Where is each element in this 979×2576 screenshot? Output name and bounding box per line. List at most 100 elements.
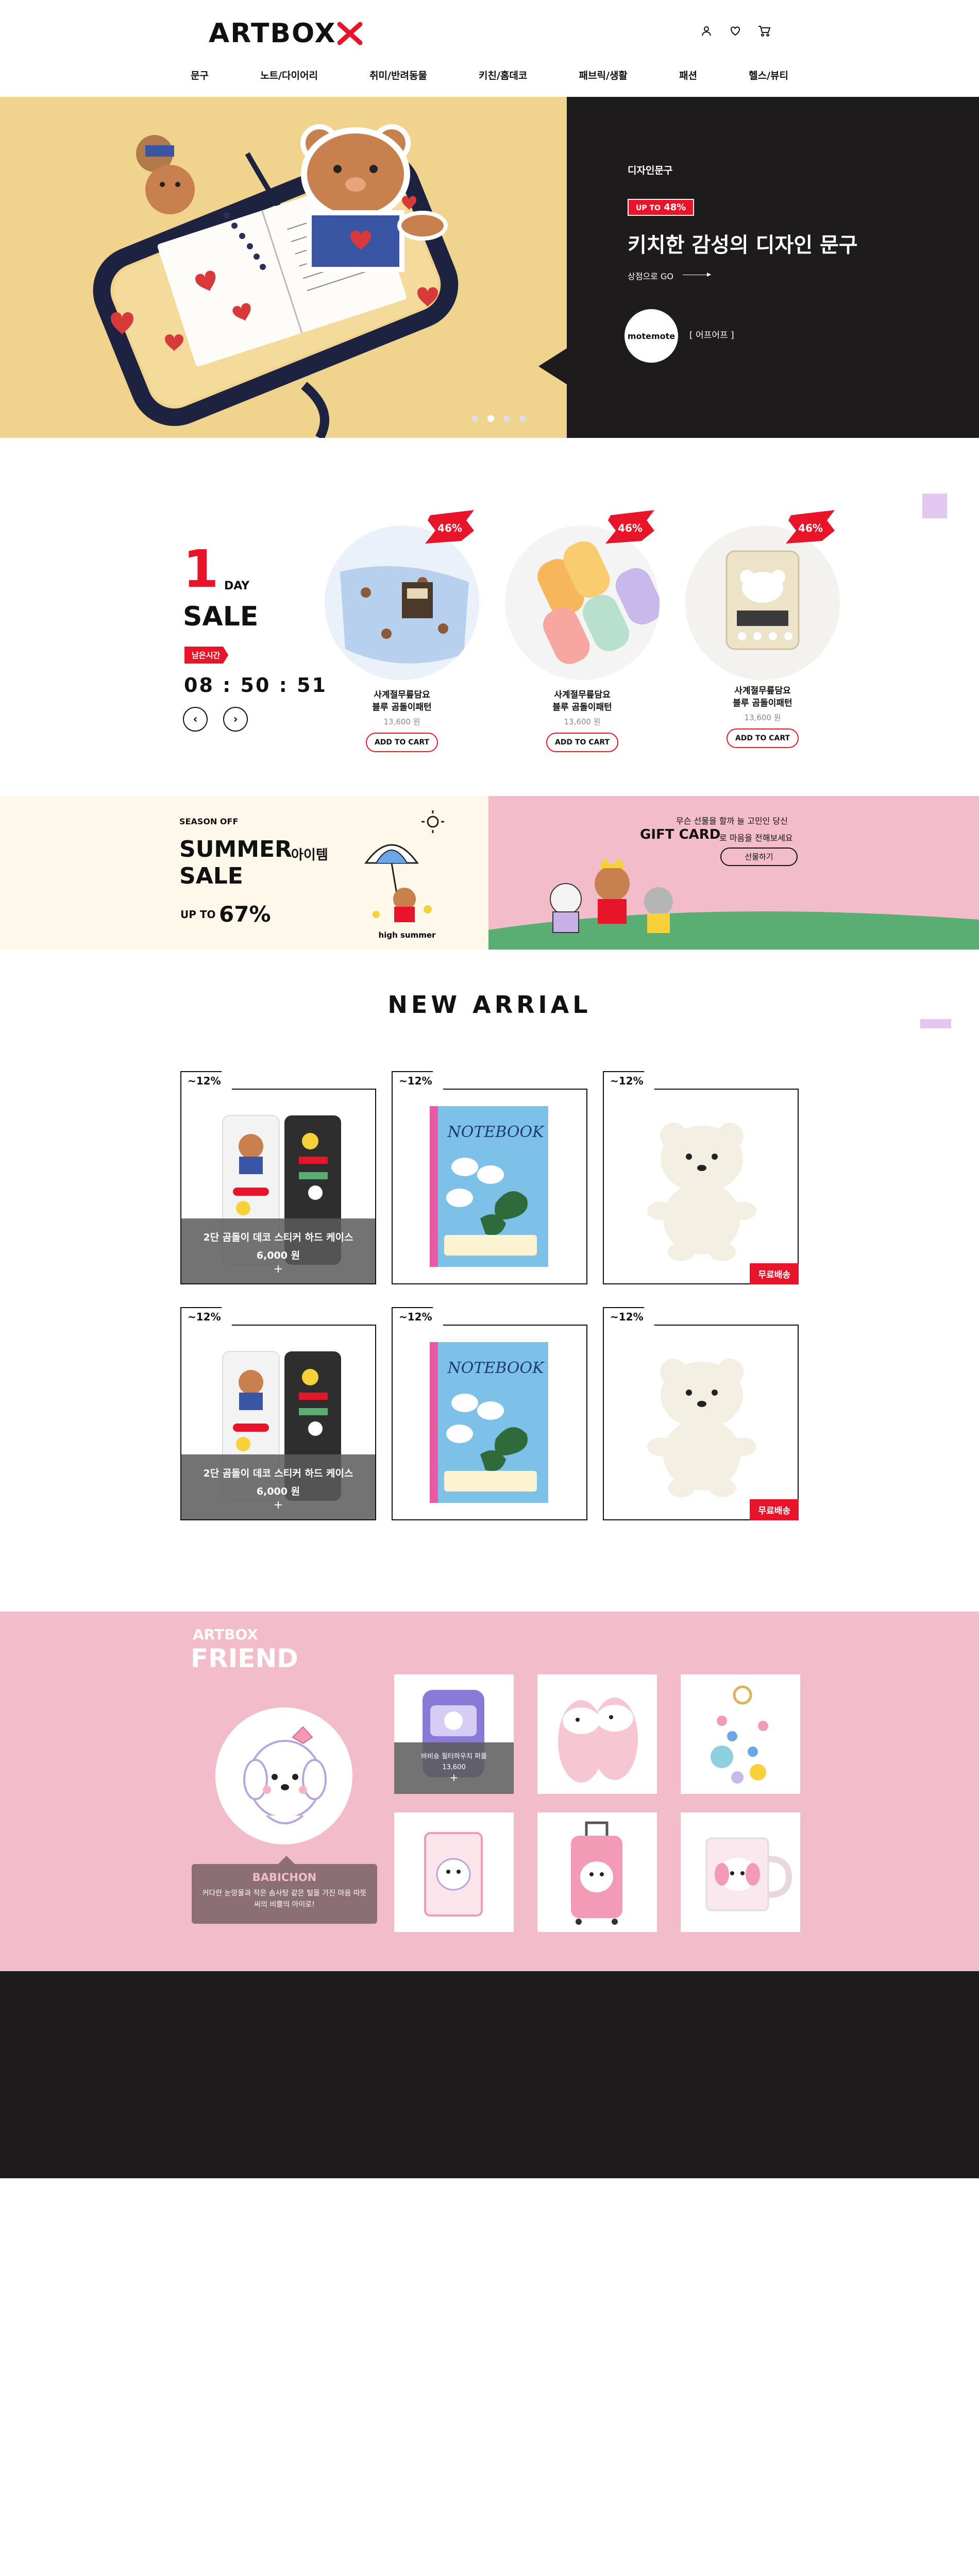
free-shipping-badge: 무료배송: [750, 1499, 799, 1520]
nav-item-hobby-pet[interactable]: 취미/반려동물: [364, 66, 432, 84]
summer-title: SUMMER: [179, 836, 292, 862]
product-image[interactable]: [685, 526, 840, 680]
friend-product-card[interactable]: [537, 1812, 657, 1932]
friend-product-card[interactable]: [394, 1812, 514, 1932]
gift-button[interactable]: 선물하기: [720, 848, 798, 866]
friend-product-card[interactable]: [681, 1812, 800, 1932]
friend-product-card[interactable]: [537, 1674, 657, 1794]
product-image[interactable]: NOTEBOOK: [393, 1326, 586, 1519]
hero-brand-label[interactable]: [ 어프어프 ]: [689, 328, 734, 341]
hero-brand-logo[interactable]: motemote: [624, 309, 678, 363]
product-name-line1: 사계절무릎담요: [554, 690, 611, 700]
new-arrival-card[interactable]: ~12% 2단 곰돌이 데코 스티커 하드 케이스 6,000 원 +: [180, 1071, 376, 1284]
sale-title: SALE: [179, 863, 243, 889]
new-arrival-card[interactable]: ~12% 무료배송: [603, 1307, 799, 1520]
product-name[interactable]: 사계절무릎담요블루 곰돌이패턴: [325, 689, 479, 714]
product-image[interactable]: [394, 1812, 514, 1932]
product-name-line1: 사계절무릎담요: [374, 690, 430, 700]
character-image[interactable]: [215, 1707, 352, 1844]
new-arrival-title: NEW ARRIAL: [387, 991, 592, 1019]
nav-item-kitchen-deco[interactable]: 키친/홈데코: [474, 66, 532, 84]
new-arrival-card[interactable]: ~12% 2단 곰돌이 데코 스티커 하드 케이스 6,000 원 +: [180, 1307, 376, 1520]
friend-title: FRIEND: [191, 1643, 298, 1673]
product-image[interactable]: [537, 1674, 657, 1794]
discount-tag: ~12%: [603, 1071, 655, 1090]
new-arrival-card[interactable]: ~12% 무료배송: [603, 1071, 799, 1284]
oneday-number: 1: [183, 539, 219, 599]
gift-card-title: GIFT CARD: [640, 827, 721, 842]
product-name: 바비숑 필터하우치 퍼플: [421, 1753, 487, 1760]
oneday-day-label: DAY: [224, 580, 250, 592]
product-price: 6,000 원: [256, 1486, 300, 1497]
hero-shop-link[interactable]: 상점으로 GO: [628, 269, 673, 282]
product-image[interactable]: NOTEBOOK: [393, 1090, 586, 1283]
product-image[interactable]: [505, 526, 660, 680]
add-to-cart-button[interactable]: ADD TO CART: [727, 728, 799, 748]
plus-icon[interactable]: +: [394, 1771, 514, 1784]
high-summer-text: high summer: [379, 930, 436, 940]
summer-illustration: high summer: [364, 810, 444, 940]
product-name: 2단 곰돌이 데코 스티커 하드 케이스: [203, 1232, 353, 1243]
product-hover-overlay[interactable]: 2단 곰돌이 데코 스티커 하드 케이스 6,000 원 +: [181, 1218, 375, 1283]
product-hover-overlay[interactable]: 2단 곰돌이 데코 스티커 하드 케이스 6,000 원 +: [181, 1454, 375, 1519]
product-name[interactable]: 사계절무릎담요 블루 곰돌이패턴: [505, 689, 660, 714]
product-name-line2: 블루 곰돌이패턴: [372, 702, 432, 713]
plus-icon[interactable]: +: [181, 1263, 375, 1276]
product-name[interactable]: 사계절무릎담요 블루 곰돌이패턴: [685, 685, 840, 710]
slide-dot[interactable]: [519, 415, 526, 422]
logo-text: ARTBOX: [209, 18, 336, 49]
add-to-cart-button[interactable]: ADD TO CART: [546, 733, 618, 752]
discount-tag: ~12%: [180, 1071, 233, 1090]
friend-product-card[interactable]: 바비숑 필터하우치 퍼플 13,600 +: [394, 1674, 514, 1794]
heart-icon[interactable]: [728, 23, 743, 39]
page: ARTBOX 문구 노트/다이어리 취미/반려동물 키친/홈데코 패브릭/생활 …: [0, 0, 979, 2576]
nav-item-fashion[interactable]: 패션: [674, 66, 702, 84]
plus-icon[interactable]: +: [181, 1499, 375, 1512]
hero-category: 디자인문구: [628, 165, 673, 176]
product-image[interactable]: [681, 1674, 800, 1794]
gift-subtitle: 무슨 선물을 할까 늘 고민인 당신: [676, 816, 788, 826]
slide-dot[interactable]: [471, 415, 478, 422]
summer-title-suffix: 아이템: [291, 848, 328, 863]
add-to-cart-button[interactable]: ADD TO CART: [366, 733, 438, 752]
slide-dot-active[interactable]: [487, 415, 494, 422]
product-image[interactable]: [604, 1326, 798, 1519]
product-image[interactable]: [604, 1090, 798, 1283]
slide-dot[interactable]: [503, 415, 510, 422]
product-image[interactable]: [681, 1812, 800, 1932]
product-image[interactable]: [325, 526, 479, 680]
countdown-timer: 08 : 50 : 51: [184, 674, 327, 697]
main-nav: 문구 노트/다이어리 취미/반려동물 키친/홈데코 패브릭/생활 패션 헬스/뷰…: [185, 66, 794, 84]
product-name: 2단 곰돌이 데코 스티커 하드 케이스: [203, 1468, 353, 1479]
product-image[interactable]: [537, 1812, 657, 1932]
site-header: ARTBOX 문구 노트/다이어리 취미/반려동물 키친/홈데코 패브릭/생활 …: [0, 0, 979, 97]
one-day-sale-section: 1 DAY SALE 남은시간 08 : 50 : 51 ‹ › 46% 사계절…: [0, 438, 979, 796]
discount-flag: 46%: [605, 510, 654, 544]
new-arrival-section: NEW ARRIAL ~12% 2단 곰돌이 데코 스티커 하드 케이스 6,0…: [0, 950, 979, 1612]
logo-x-mark-icon: [337, 22, 362, 45]
chevron-left-icon[interactable]: ‹: [183, 707, 208, 732]
hero-badge-prefix: UP TO: [636, 204, 661, 212]
artbox-logo[interactable]: ARTBOX: [209, 15, 362, 52]
chevron-right-icon[interactable]: ›: [223, 707, 248, 732]
season-banner: high summer SEASON OFF SUMMER 아이템 SALE U…: [0, 796, 979, 950]
nav-item-fabric-living[interactable]: 패브릭/생활: [574, 66, 633, 84]
hero-banner: 디자인문구 UP TO 48% 키치한 감성의 디자인 문구 상점으로 GO m…: [0, 97, 979, 438]
new-arrival-card[interactable]: NOTEBOOK ~12%: [392, 1071, 587, 1284]
artbox-friend-section: ARTBOX FRIEND BABICHON 커다란 눈망울과 작은 솜사탕 같…: [0, 1612, 979, 1971]
cart-icon[interactable]: [756, 23, 772, 39]
hero-image[interactable]: [0, 97, 567, 438]
friend-product-card[interactable]: [681, 1674, 800, 1794]
discount-text: 46%: [437, 522, 462, 534]
nav-item-notebook-diary[interactable]: 노트/다이어리: [255, 66, 323, 84]
product-price: 13,600 원: [744, 713, 781, 722]
discount-text: 46%: [618, 522, 643, 534]
nav-item-health-beauty[interactable]: 헬스/뷰티: [744, 66, 794, 84]
header-icons: [699, 23, 772, 39]
product-hover-overlay[interactable]: 바비숑 필터하우치 퍼플 13,600 +: [394, 1742, 514, 1794]
babichon-illustration: [243, 1726, 327, 1824]
nav-item-stationery[interactable]: 문구: [185, 66, 214, 84]
svg-text:NOTEBOOK: NOTEBOOK: [447, 1123, 545, 1141]
user-icon[interactable]: [699, 23, 714, 39]
new-arrival-card[interactable]: NOTEBOOK ~12%: [392, 1307, 587, 1520]
